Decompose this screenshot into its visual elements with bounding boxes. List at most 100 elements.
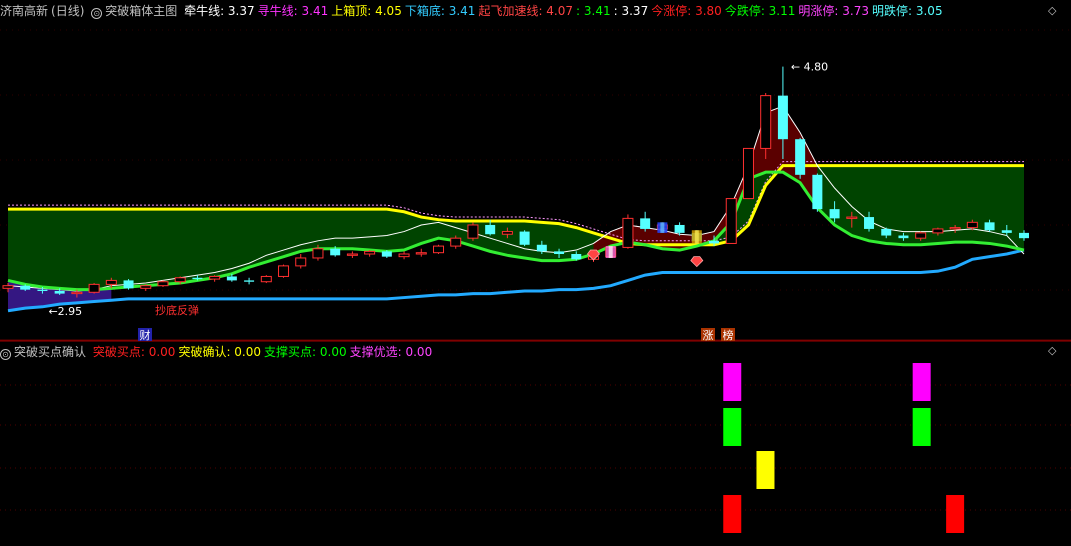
circle-menu-icon[interactable]: ⊙ [91, 8, 103, 19]
candle-body [295, 257, 307, 267]
candle-body [881, 228, 892, 236]
candle-body [415, 252, 427, 255]
marker-badge-text: 榜 [723, 328, 734, 342]
candle-body [812, 174, 823, 210]
candle-body [54, 290, 65, 294]
candle-body [725, 198, 737, 244]
candle-body [966, 221, 978, 229]
candle-body [536, 244, 547, 252]
min-price-annotation: ←2.95 [48, 305, 82, 318]
signal-column [723, 363, 742, 401]
candle-body [709, 240, 720, 244]
marker-badge-text: 财 [140, 328, 151, 342]
candle-body [1019, 232, 1029, 239]
candle-body [622, 217, 634, 248]
signal-text: 抄底反弹 [155, 303, 199, 317]
candle-body [278, 265, 290, 277]
sub-field-label: 支撑优选: [349, 345, 402, 359]
candle-body [898, 235, 909, 239]
indicator-name[interactable]: 突破箱体主图 [105, 4, 177, 18]
main-field-value: 3.11 [764, 4, 796, 18]
max-price-annotation: ← 4.80 [791, 61, 828, 74]
signal-column [723, 408, 742, 446]
main-field-value: 3.37 [224, 4, 255, 18]
main-field-value: 3.41 [444, 4, 476, 18]
candle-body [949, 227, 961, 230]
candle-body [381, 251, 392, 257]
gem-signal-icon [690, 256, 704, 268]
candle-body [467, 224, 479, 239]
main-field-value: 4.05 [371, 4, 402, 18]
candle-body [20, 285, 31, 290]
candle-body [330, 248, 341, 256]
main-field-value: 3.05 [912, 4, 943, 18]
candle-body [226, 276, 237, 281]
circle-menu-icon[interactable]: ⊙ [0, 349, 11, 360]
signal-column [912, 408, 931, 446]
signal-column [946, 495, 965, 533]
candle-body [554, 251, 565, 255]
main-field-value: 3.80 [691, 4, 722, 18]
candle-body [795, 139, 806, 175]
candle-body [450, 237, 462, 247]
signal-bar [660, 222, 665, 233]
main-candlestick-chart[interactable]: ← 4.80 ←2.95 抄底反弹财 涨榜 [0, 0, 1071, 546]
candle-body [88, 283, 100, 293]
candle-body [829, 209, 840, 219]
main-field-value: 3.41 [297, 4, 329, 18]
sub-field-value: 0.00 [144, 345, 176, 359]
sub-field-label: 突破确认: [178, 345, 231, 359]
candle-body [915, 232, 927, 239]
main-indicator-header: 济南高新 (日线) ⊙ 突破箱体主图 牵牛线: 3.37 寻牛线: 3.41 上箱顶: … [0, 2, 1071, 20]
sub-field-value: 0.00 [316, 345, 347, 359]
main-field-value: 3.37 [617, 4, 649, 18]
signal-column [912, 363, 931, 401]
sub-field-value: 0.00 [401, 345, 433, 359]
period-label: (日线) [51, 4, 85, 18]
candle-body [37, 289, 48, 291]
candle-body [932, 228, 944, 234]
signal-column [723, 495, 742, 533]
candle-body [364, 250, 376, 255]
candle-body [174, 277, 186, 283]
stock-name: 济南高新 [0, 4, 49, 18]
candle-body [346, 253, 358, 256]
main-field-label: 寻牛线: [257, 4, 298, 18]
candle-body [312, 248, 324, 259]
main-field-label: 下箱底: [404, 4, 445, 18]
sub-field-label: 突破买点: [92, 345, 145, 359]
candle-body [485, 224, 496, 235]
signal-bar [694, 230, 699, 244]
candle-body [674, 224, 685, 233]
main-field-label: 明涨停: [798, 4, 839, 18]
main-field-value: 3.73 [838, 4, 869, 18]
candle-body [519, 231, 530, 245]
main-field-label: 牵牛线: [184, 4, 225, 18]
diamond-collapse-icon[interactable]: ◇ [1048, 5, 1056, 17]
main-field-label: 明跌停: [872, 4, 913, 18]
main-field-label: 今跌停: [724, 4, 765, 18]
candle-body [1001, 230, 1012, 233]
signal-column [756, 451, 775, 489]
diamond-collapse-icon[interactable]: ◇ [1048, 345, 1056, 357]
main-field-label: 起飞加速线: [478, 4, 543, 18]
candle-body [123, 280, 134, 289]
sub-indicator-name[interactable]: 突破买点确认 [14, 345, 86, 359]
candle-body [71, 291, 83, 295]
candle-body [846, 216, 858, 219]
candle-body [640, 218, 651, 229]
candle-body [742, 147, 754, 200]
candle-body [501, 231, 513, 235]
main-field-label: 今涨停: [651, 4, 692, 18]
candle-body [433, 245, 445, 254]
signal-bar [608, 246, 613, 258]
candle-body [192, 277, 203, 280]
main-field-label: 上箱顶: [331, 4, 372, 18]
candle-body [157, 281, 169, 287]
candle-body [209, 275, 221, 280]
sub-field-value: 0.00 [230, 345, 262, 359]
candle-body [984, 222, 995, 231]
candle-body [105, 279, 117, 285]
candle-body [571, 254, 582, 260]
sub-field-label: 支撑买点: [264, 345, 317, 359]
